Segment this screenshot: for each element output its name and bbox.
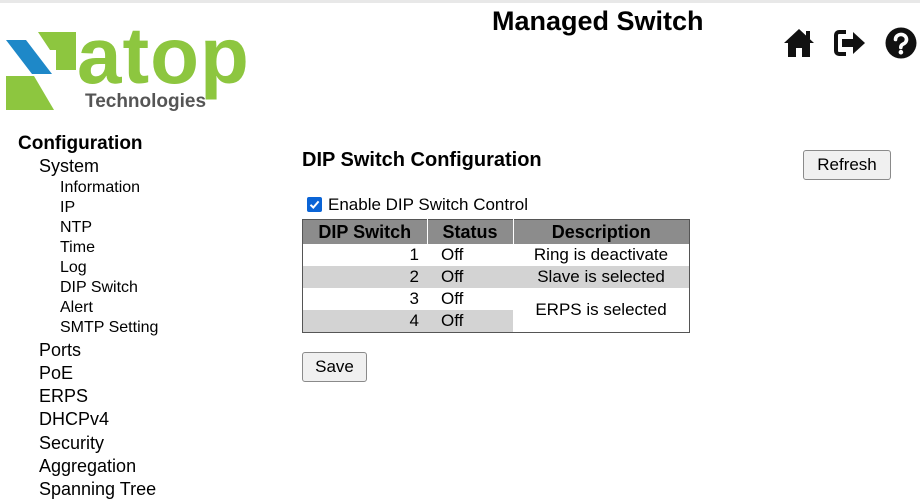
dip-switch-description: Slave is selected <box>513 266 690 288</box>
sidebar-item-ip[interactable]: IP <box>60 200 75 216</box>
atop-logo: atop Technologies <box>4 16 264 115</box>
sidebar-item-poe[interactable]: PoE <box>39 364 73 382</box>
logout-icon[interactable] <box>833 26 867 60</box>
sidebar-item-smtp-setting[interactable]: SMTP Setting <box>60 320 158 336</box>
dip-switch-table: DIP Switch Status Description 1 Off Ring… <box>302 219 690 333</box>
table-row: 3 Off ERPS is selected <box>302 288 690 333</box>
table-row: 1 Off Ring is deactivate <box>302 244 690 266</box>
column-header-status: Status <box>427 219 514 244</box>
dip-switch-status: Off <box>427 288 513 310</box>
dip-switch-status: Off <box>427 244 513 266</box>
sidebar-item-system[interactable]: System <box>39 157 99 175</box>
sidebar-item-information[interactable]: Information <box>60 180 140 196</box>
dip-switch-number: 1 <box>302 244 427 266</box>
sidebar-item-dhcpv4[interactable]: DHCPv4 <box>39 410 109 428</box>
sidebar-item-ports[interactable]: Ports <box>39 341 81 359</box>
dip-switch-number: 2 <box>302 266 427 288</box>
save-button[interactable]: Save <box>302 352 367 382</box>
enable-dip-switch-checkbox[interactable] <box>307 197 322 212</box>
sidebar-item-alert[interactable]: Alert <box>60 300 93 316</box>
sidebar-item-erps[interactable]: ERPS <box>39 387 88 405</box>
dip-switch-status: Off <box>427 266 513 288</box>
dip-switch-status: Off <box>427 310 513 333</box>
enable-dip-switch-row: Enable DIP Switch Control <box>307 196 528 213</box>
checkmark-icon <box>309 200 320 209</box>
column-header-dip-switch: DIP Switch <box>302 219 428 244</box>
sidebar-item-dip-switch[interactable]: DIP Switch <box>60 280 138 296</box>
table-row: 2 Off Slave is selected <box>302 266 690 288</box>
top-border <box>0 0 920 3</box>
sidebar-item-log[interactable]: Log <box>60 260 87 276</box>
dip-switch-number: 4 <box>302 310 427 333</box>
logo-word: atop <box>77 11 250 100</box>
help-icon[interactable] <box>884 26 918 60</box>
refresh-button[interactable]: Refresh <box>803 150 891 180</box>
sidebar-item-spanning-tree[interactable]: Spanning Tree <box>39 480 156 498</box>
logo-mark-icon <box>6 32 76 110</box>
sidebar-item-time[interactable]: Time <box>60 240 95 256</box>
dip-switch-description: ERPS is selected <box>513 288 690 333</box>
column-header-description: Description <box>513 219 690 244</box>
home-icon[interactable] <box>782 26 816 60</box>
app-title: Managed Switch <box>492 6 704 36</box>
sidebar-item-ntp[interactable]: NTP <box>60 220 92 236</box>
dip-switch-description: Ring is deactivate <box>513 244 690 266</box>
dip-switch-number: 3 <box>302 288 427 310</box>
logo-subtitle: Technologies <box>85 91 207 112</box>
page-title: DIP Switch Configuration <box>302 149 542 171</box>
sidebar-item-aggregation[interactable]: Aggregation <box>39 457 136 475</box>
table-header-row: DIP Switch Status Description <box>302 219 690 244</box>
enable-dip-switch-label: Enable DIP Switch Control <box>328 195 529 214</box>
sidebar-section-configuration[interactable]: Configuration <box>18 134 143 153</box>
sidebar-item-security[interactable]: Security <box>39 434 104 452</box>
